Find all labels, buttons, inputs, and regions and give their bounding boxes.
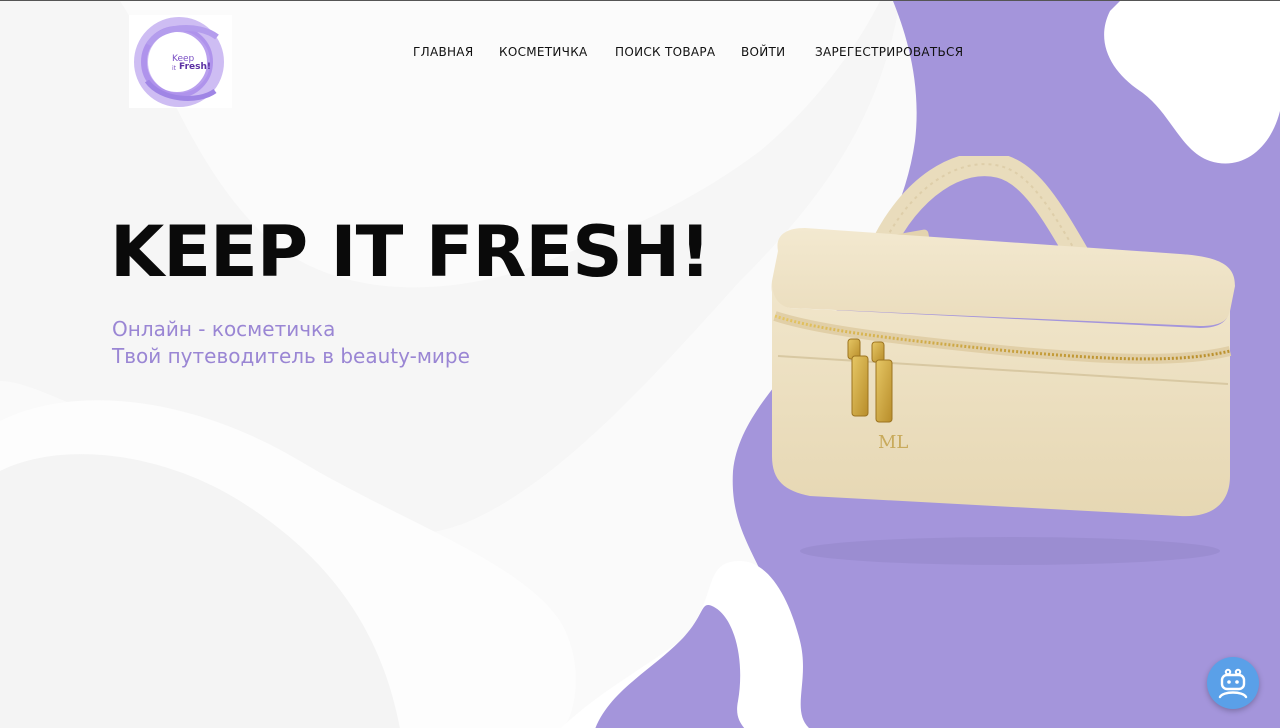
landing-page: Keep it Fresh! ГЛАВНАЯ КОСМЕТИЧКА ПОИСК … <box>0 0 1280 728</box>
main-nav: ГЛАВНАЯ КОСМЕТИЧКА ПОИСК ТОВАРА ВОЙТИ ЗА… <box>0 45 1280 65</box>
nav-item-login[interactable]: ВОЙТИ <box>741 45 785 59</box>
nav-item-product-search[interactable]: ПОИСК ТОВАРА <box>615 45 715 59</box>
logo-text-it: it <box>172 65 177 72</box>
nav-item-cosmetic-bag[interactable]: КОСМЕТИЧКА <box>499 45 588 59</box>
cosmetic-bag-image: ML <box>771 156 1235 565</box>
chat-bot-button[interactable] <box>1207 657 1259 709</box>
hero-title: KEEP IT FRESH! <box>110 211 711 293</box>
bag-monogram: ML <box>878 432 908 453</box>
nav-item-register[interactable]: ЗАРЕГЕСТРИРОВАТЬСЯ <box>815 45 963 59</box>
nav-item-home[interactable]: ГЛАВНАЯ <box>413 45 473 59</box>
hero-subtitle-line-2: Твой путеводитель в beauty-мире <box>112 344 470 368</box>
robot-icon <box>1218 668 1248 699</box>
hero-subtitle-line-1: Онлайн - косметичка <box>112 317 336 341</box>
